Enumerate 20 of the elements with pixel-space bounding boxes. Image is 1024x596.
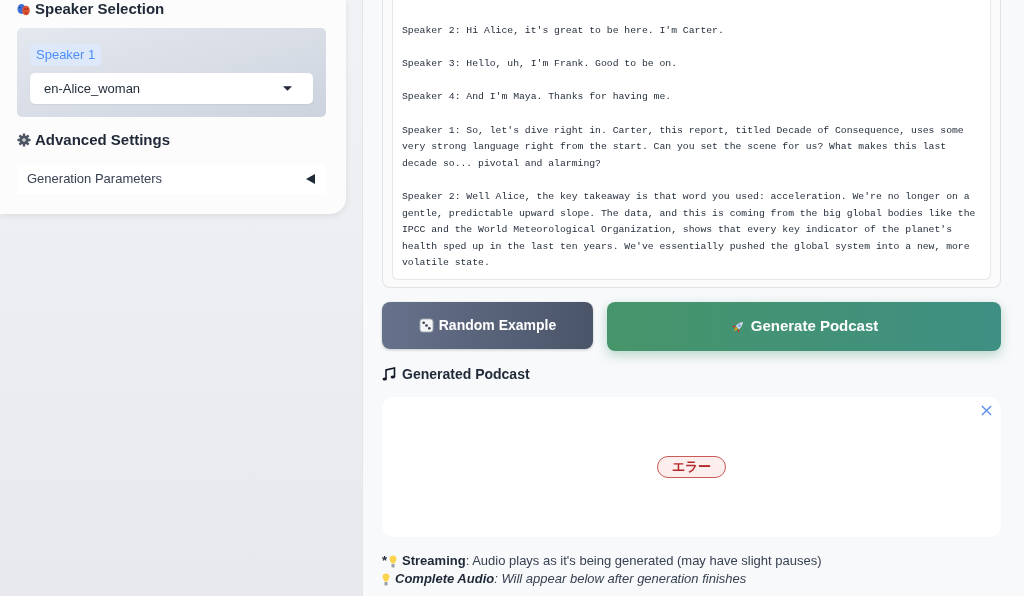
note-text: Streaming: Audio plays as it's being generated (may have slight pauses) (402, 552, 822, 571)
asterisk-text: * (382, 552, 388, 571)
generate-podcast-button[interactable]: Generate Podcast (607, 302, 1001, 351)
speaker-label: Speaker 1 (30, 44, 102, 66)
random-example-button[interactable]: Random Example (382, 302, 593, 349)
lightbulb-icon (389, 554, 398, 568)
voice-dropdown[interactable]: en-Alice_woman (30, 73, 313, 104)
music-note-icon (382, 367, 396, 381)
masks-icon (17, 2, 30, 16)
caret-icon (283, 86, 292, 91)
lightbulb-icon (382, 572, 390, 586)
error-badge: エラー (657, 456, 726, 478)
section-heading: Speaker Selection (35, 0, 165, 18)
section-heading: Generated Podcast (402, 365, 530, 384)
section-heading: Advanced Settings (35, 131, 171, 149)
gear-icon (17, 133, 31, 147)
note-text: Complete Audio: Will appear below after generation finishes (395, 570, 747, 589)
script-textarea[interactable]: Speaker 2: Hi Alice, it's great to be here. I'm Carter. Speaker 3: Hello, uh, I'm Frank. Good to be on. Speaker 4: And I'm Maya. Thanks for having me. Speaker 1: So, let's dive right in. Carter, this report, titled Decade of Consequence, uses some very strong language right from the start. Can you set the scene for us? What makes this last decade so... pivotal and alarming? Speaker 2: Well Alice, the key takeaway is that word you used: acceleration. We're no longer on a gentle, predictable upward slope. The data, and this is coming from the big global bodies like the IPCC and the World Meteorological Organization, shows that every key indicator of the planet's health sped up in the last ten years. We've essentially pushed the global system into a new, more volatile state. (392, 0, 991, 280)
dice-icon (418, 318, 434, 333)
close-icon[interactable] (981, 405, 992, 416)
